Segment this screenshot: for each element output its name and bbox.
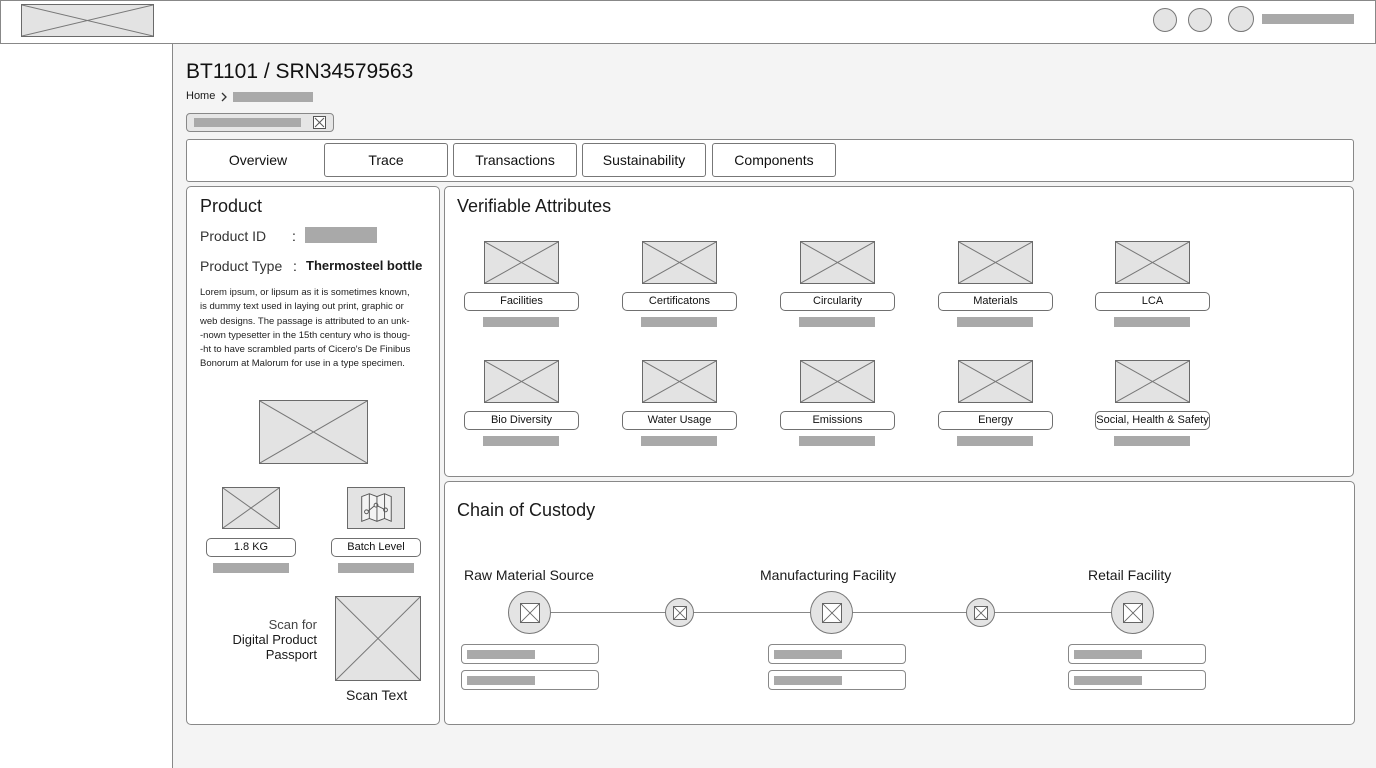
user-avatar-icon[interactable]	[1228, 6, 1254, 32]
product-id-separator: :	[292, 228, 296, 244]
custody-node-retail[interactable]	[1111, 591, 1154, 634]
custody-node-manufacturing[interactable]	[810, 591, 853, 634]
weight-image-placeholder	[222, 487, 280, 529]
page-title: BT1101 / SRN34579563	[186, 60, 414, 83]
tab-transactions[interactable]: Transactions	[453, 143, 577, 177]
weight-value-placeholder	[213, 563, 289, 573]
custody-node-raw[interactable]	[508, 591, 551, 634]
attribute-label-certificatons[interactable]: Certificatons	[622, 292, 737, 311]
chevron-right-icon	[221, 92, 227, 102]
product-id-value-placeholder	[305, 227, 377, 243]
attribute-label-social-health-safety[interactable]: Social, Health & Safety	[1095, 411, 1210, 430]
attribute-label-energy[interactable]: Energy	[938, 411, 1053, 430]
tab-trace[interactable]: Trace	[324, 143, 448, 177]
attribute-label-emissions[interactable]: Emissions	[780, 411, 895, 430]
attribute-image-lca[interactable]	[1115, 241, 1190, 284]
attribute-label-lca[interactable]: LCA	[1095, 292, 1210, 311]
custody-heading: Chain of Custody	[457, 500, 596, 520]
breadcrumb-home[interactable]: Home	[186, 90, 215, 102]
attribute-image-facilities[interactable]	[484, 241, 559, 284]
tab-sustainability[interactable]: Sustainability	[582, 143, 706, 177]
attribute-value-placeholder	[1114, 436, 1190, 446]
product-type-separator: :	[293, 258, 297, 274]
box-icon	[1123, 603, 1143, 623]
raw-field-1[interactable]	[461, 644, 599, 664]
attribute-value-placeholder	[641, 317, 717, 327]
attributes-panel	[444, 186, 1354, 477]
user-name-placeholder[interactable]	[1262, 14, 1354, 24]
attributes-heading: Verifiable Attributes	[457, 196, 612, 216]
custody-connector-2[interactable]	[966, 598, 995, 627]
map-icon	[347, 487, 405, 529]
attribute-label-water-usage[interactable]: Water Usage	[622, 411, 737, 430]
attribute-image-circularity[interactable]	[800, 241, 875, 284]
attribute-value-placeholder	[957, 436, 1033, 446]
attribute-label-facilities[interactable]: Facilities	[464, 292, 579, 311]
header-icon-2[interactable]	[1188, 8, 1212, 32]
breadcrumb-current-placeholder[interactable]	[233, 92, 313, 102]
retail-field-2[interactable]	[1068, 670, 1206, 690]
close-icon[interactable]	[313, 116, 326, 129]
attribute-value-placeholder	[957, 317, 1033, 327]
attribute-value-placeholder	[483, 436, 559, 446]
tab-overview[interactable]: Overview	[196, 143, 320, 177]
custody-connector-1[interactable]	[665, 598, 694, 627]
attribute-image-materials[interactable]	[958, 241, 1033, 284]
attribute-value-placeholder	[483, 317, 559, 327]
product-image-placeholder	[259, 400, 368, 464]
box-icon	[673, 606, 687, 620]
raw-field-2[interactable]	[461, 670, 599, 690]
batch-value-placeholder	[338, 563, 414, 573]
manufacturing-field-2[interactable]	[768, 670, 906, 690]
attribute-label-materials[interactable]: Materials	[938, 292, 1053, 311]
sidebar	[0, 44, 173, 768]
manufacturing-field-1[interactable]	[768, 644, 906, 664]
logo-placeholder[interactable]	[21, 4, 154, 37]
filter-chip-placeholder	[194, 118, 301, 127]
tab-components[interactable]: Components	[712, 143, 836, 177]
attribute-image-energy[interactable]	[958, 360, 1033, 403]
product-id-label: Product ID	[200, 228, 267, 244]
product-heading: Product	[200, 196, 263, 216]
attribute-image-certificatons[interactable]	[642, 241, 717, 284]
attribute-value-placeholder	[1114, 317, 1190, 327]
attribute-image-water-usage[interactable]	[642, 360, 717, 403]
retail-field-1[interactable]	[1068, 644, 1206, 664]
attribute-label-circularity[interactable]: Circularity	[780, 292, 895, 311]
custody-stage-retail: Retail Facility	[1088, 567, 1172, 583]
qr-code-placeholder[interactable]	[335, 596, 421, 681]
filter-chip[interactable]	[186, 113, 334, 132]
product-type-label: Product Type	[200, 258, 283, 274]
attribute-image-bio-diversity[interactable]	[484, 360, 559, 403]
attribute-label-bio-diversity[interactable]: Bio Diversity	[464, 411, 579, 430]
product-type-value: Thermosteel bottle	[306, 258, 423, 273]
weight-label: 1.8 KG	[206, 538, 296, 557]
attribute-value-placeholder	[799, 317, 875, 327]
attribute-image-social-health-safety[interactable]	[1115, 360, 1190, 403]
product-description: Lorem ipsum, or lipsum as it is sometime…	[200, 287, 411, 370]
box-icon	[822, 603, 842, 623]
batch-label: Batch Level	[331, 538, 421, 557]
scan-text: Scan Text	[346, 687, 408, 703]
header-icon-1[interactable]	[1153, 8, 1177, 32]
custody-stage-raw: Raw Material Source	[464, 567, 594, 583]
attribute-value-placeholder	[799, 436, 875, 446]
box-icon	[974, 606, 988, 620]
box-icon	[520, 603, 540, 623]
attribute-image-emissions[interactable]	[800, 360, 875, 403]
attribute-value-placeholder	[641, 436, 717, 446]
scan-caption: Scan for Digital Product Passport	[232, 617, 317, 662]
custody-stage-manufacturing: Manufacturing Facility	[760, 567, 897, 583]
